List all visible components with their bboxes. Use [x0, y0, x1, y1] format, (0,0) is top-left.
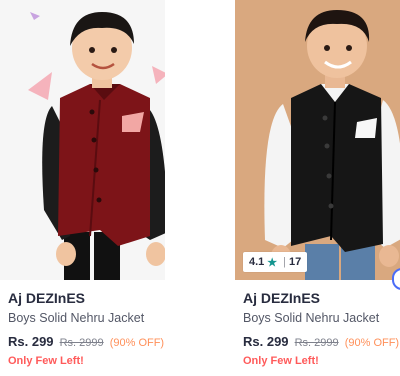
product-price: Rs. 299	[243, 334, 289, 349]
product-brand: Aj DEZInES	[243, 290, 321, 306]
product-image[interactable]: 4.1 ★ | 17	[235, 0, 400, 280]
product-mrp: Rs. 2999	[59, 337, 104, 349]
product-title: Boys Solid Nehru Jacket	[8, 311, 145, 325]
rating-badge: 4.1 ★ | 17	[243, 252, 308, 272]
product-photo	[28, 12, 165, 280]
product-image[interactable]	[0, 0, 165, 280]
rating-count: 17	[289, 256, 302, 268]
stock-status: Only Few Left!	[243, 355, 319, 367]
product-title: Boys Solid Nehru Jacket	[243, 311, 380, 325]
stock-status: Only Few Left!	[8, 355, 84, 367]
star-icon: ★	[267, 256, 278, 269]
rating-value: 4.1	[249, 256, 265, 268]
product-discount: (90% OFF)	[109, 337, 165, 349]
product-price: Rs. 299	[8, 334, 54, 349]
product-card[interactable]: Aj DEZInES Boys Solid Nehru Jacket Rs. 2…	[0, 0, 165, 376]
product-mrp: Rs. 2999	[294, 337, 339, 349]
rating-divider: |	[283, 256, 287, 268]
product-brand: Aj DEZInES	[8, 290, 86, 306]
product-discount: (90% OFF)	[344, 337, 400, 349]
price-row: Rs. 299 Rs. 2999 (90% OFF)	[8, 334, 164, 349]
product-photo	[264, 10, 400, 280]
price-row: Rs. 299 Rs. 2999 (90% OFF)	[243, 334, 399, 349]
product-card[interactable]: 4.1 ★ | 17 Aj DEZInES Boys Solid Nehru J…	[235, 0, 400, 376]
